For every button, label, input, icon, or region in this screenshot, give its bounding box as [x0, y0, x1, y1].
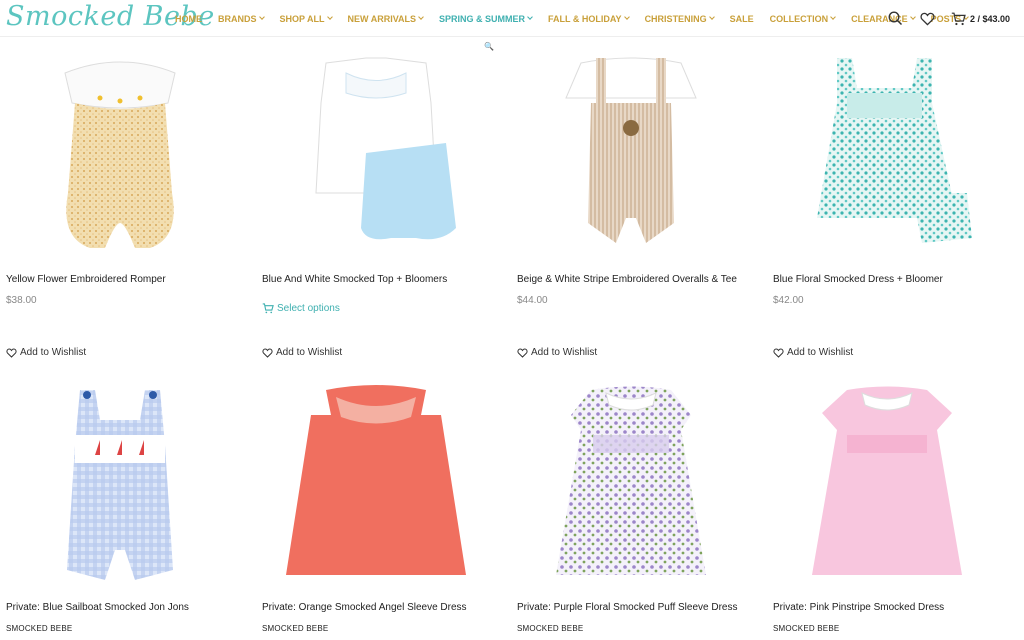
nav-item-christening[interactable]: CHRISTENING	[644, 13, 715, 24]
nav-item-shop-all[interactable]: SHOP ALL	[279, 13, 333, 24]
search-icon[interactable]	[887, 10, 905, 28]
wishlist-label: Add to Wishlist	[531, 347, 598, 358]
nav-item-label: FALL & HOLIDAY	[548, 13, 622, 24]
product-title[interactable]: Private: Purple Floral Smocked Puff Slee…	[517, 602, 737, 613]
product-price: $44.00	[517, 295, 548, 306]
header-tools: 2 / $43.00	[873, 0, 1010, 37]
nav-item-label: SHOP ALL	[279, 13, 325, 24]
product-title[interactable]: Private: Pink Pinstripe Smocked Dress	[773, 602, 944, 613]
product-image[interactable]	[767, 38, 1007, 258]
wishlist-label: Add to Wishlist	[276, 347, 343, 358]
heart-icon	[262, 348, 273, 358]
nav-item-label: COLLECTION	[769, 13, 829, 24]
product-title[interactable]: Blue Floral Smocked Dress + Bloomer	[773, 274, 943, 285]
product-image[interactable]	[0, 38, 240, 258]
product-brand: SMOCKED BEBE	[262, 624, 329, 633]
site-header: Smocked Bebe HOME BRANDS SHOP ALL NEW ARRIV…	[0, 0, 1024, 37]
product-image[interactable]	[767, 370, 1007, 590]
heart-icon	[773, 348, 784, 358]
product-title[interactable]: Blue And White Smocked Top + Bloomers	[262, 274, 447, 285]
nav-item-label: CHRISTENING	[644, 13, 707, 24]
nav-item-fall-holiday[interactable]: FALL & HOLIDAY	[548, 13, 630, 24]
nav-item-new-arrivals[interactable]: NEW ARRIVALS	[348, 14, 424, 24]
chevron-down-icon	[258, 14, 265, 20]
nav-item-label: HOME	[175, 13, 202, 24]
chevron-down-icon	[708, 14, 715, 20]
product-brand: SMOCKED BEBE	[517, 624, 584, 633]
cart-button[interactable]: 2 / $43.00	[951, 12, 1010, 26]
main-nav: HOME BRANDS SHOP ALL NEW ARRIVALS SPRING & S…	[175, 0, 984, 37]
product-title[interactable]: Private: Blue Sailboat Smocked Jon Jons	[6, 602, 189, 613]
nav-item-label: NEW ARRIVALS	[347, 13, 417, 24]
nav-item-home[interactable]: HOME	[175, 14, 202, 24]
chevron-down-icon	[623, 14, 630, 20]
product-title[interactable]: Beige & White Stripe Embroidered Overall…	[517, 274, 737, 285]
nav-item-label: SPRING & SUMMER	[439, 13, 526, 24]
select-options-label: Select options	[277, 303, 340, 314]
cart-icon	[262, 303, 274, 314]
add-to-wishlist[interactable]: Add to Wishlist	[773, 347, 853, 358]
heart-icon	[517, 348, 528, 358]
nav-item-label: BRANDS	[218, 13, 257, 24]
product-image[interactable]	[511, 38, 751, 258]
nav-item-label: SALE	[729, 13, 754, 24]
heart-icon	[6, 348, 17, 358]
wishlist-label: Add to Wishlist	[787, 347, 854, 358]
product-image[interactable]	[256, 38, 496, 258]
heart-icon[interactable]	[919, 10, 937, 28]
chevron-down-icon	[326, 14, 333, 20]
product-title[interactable]: Private: Orange Smocked Angel Sleeve Dre…	[262, 602, 467, 613]
chevron-down-icon	[830, 14, 836, 20]
nav-item-sale[interactable]: SALE	[730, 14, 754, 24]
product-image[interactable]	[256, 370, 496, 590]
cart-icon	[951, 12, 966, 25]
chevron-down-icon	[527, 14, 533, 20]
select-options-link[interactable]: Select options	[262, 303, 340, 314]
wishlist-label: Add to Wishlist	[20, 347, 87, 358]
chevron-down-icon	[418, 14, 424, 20]
nav-item-brands[interactable]: BRANDS	[218, 13, 265, 24]
product-price: $38.00	[6, 295, 37, 306]
add-to-wishlist[interactable]: Add to Wishlist	[262, 347, 342, 358]
product-title[interactable]: Yellow Flower Embroidered Romper	[6, 274, 166, 285]
product-image[interactable]	[0, 370, 240, 590]
product-brand: SMOCKED BEBE	[6, 624, 73, 633]
zoom-icon[interactable]: 🔍	[484, 42, 494, 51]
add-to-wishlist[interactable]: Add to Wishlist	[6, 347, 86, 358]
nav-item-spring-summer[interactable]: SPRING & SUMMER	[439, 13, 533, 24]
cart-summary: 2 / $43.00	[969, 13, 1010, 24]
product-brand: SMOCKED BEBE	[773, 624, 840, 633]
product-image[interactable]	[511, 370, 751, 590]
add-to-wishlist[interactable]: Add to Wishlist	[517, 347, 597, 358]
product-price: $42.00	[773, 295, 804, 306]
nav-item-collection[interactable]: COLLECTION	[770, 14, 836, 24]
